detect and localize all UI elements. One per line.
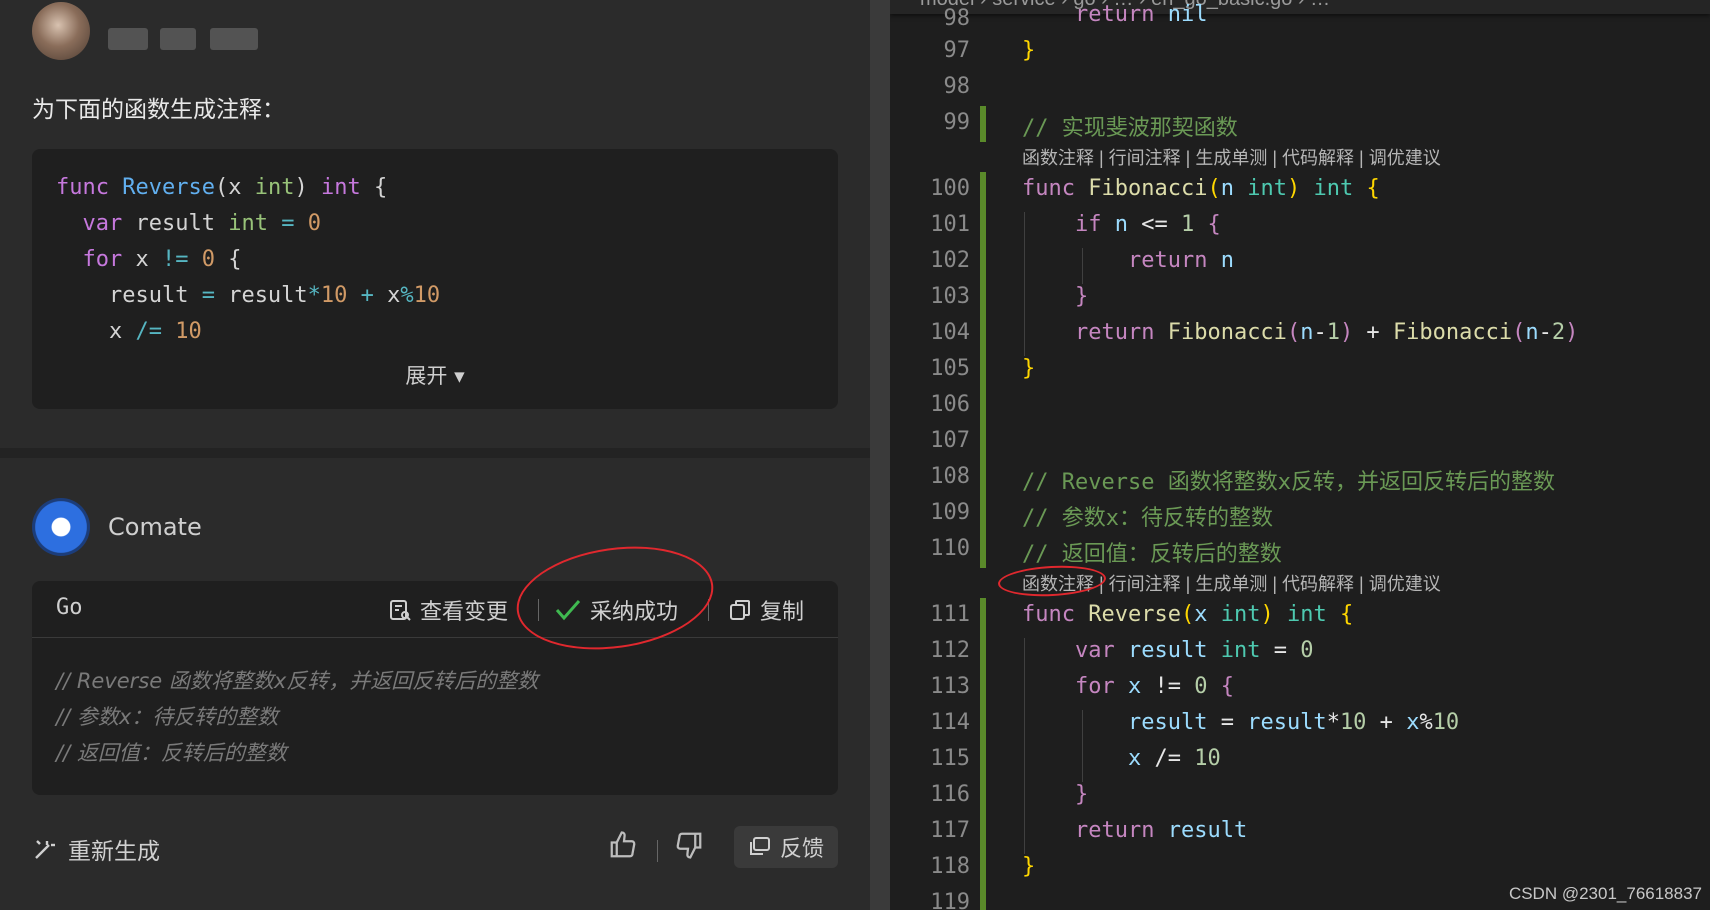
assistant-name: Comate xyxy=(108,513,202,541)
code-line: for x != 0 { xyxy=(82,247,242,272)
line-number: 104 xyxy=(930,320,970,345)
result-comment-line: // 参数x：待反转的整数 xyxy=(56,705,279,729)
expand-button[interactable]: 展开 ▾ xyxy=(32,360,838,390)
code-lens-actions[interactable]: 函数注释 | 行间注释 | 生成单测 | 代码解释 | 调优建议 xyxy=(1022,144,1441,170)
change-gutter xyxy=(980,598,986,910)
code-line: x /= 10 xyxy=(1127,746,1221,771)
code-line: if n <= 1 { xyxy=(1074,212,1221,237)
code-comment: // 返回值：反转后的整数 xyxy=(1022,542,1282,567)
watermark: CSDN @2301_76618837 xyxy=(1508,884,1702,903)
language-label: Go xyxy=(56,595,83,620)
line-number: 98 xyxy=(943,6,971,31)
thumbs-down-button[interactable] xyxy=(674,830,704,867)
line-number: 110 xyxy=(930,536,970,561)
code-editor: model › service › go › … › en_go_basic.g… xyxy=(890,0,1710,910)
result-header: Go 查看变更 采纳成功 复制 xyxy=(32,581,838,638)
code-line: result = result*10 + x%10 xyxy=(1127,710,1460,735)
view-changes-label: 查看变更 xyxy=(420,600,509,625)
user-name-blurred xyxy=(108,28,148,50)
line-number: 115 xyxy=(930,746,970,771)
regenerate-button[interactable]: 重新生成 xyxy=(32,832,160,866)
code-line: func Reverse(x int) int { xyxy=(1022,602,1354,627)
code-line: return nil xyxy=(1074,2,1208,27)
code-line: } xyxy=(1074,284,1089,309)
line-number: 103 xyxy=(930,284,970,309)
copy-icon xyxy=(730,600,750,620)
line-number: 118 xyxy=(930,854,970,879)
panel-splitter[interactable] xyxy=(870,0,890,910)
view-changes-icon xyxy=(390,600,411,621)
line-number: 97 xyxy=(943,38,971,63)
user-name-blurred xyxy=(160,28,196,50)
code-line: return Fibonacci(n-1) + Fibonacci(n-2) xyxy=(1074,320,1579,345)
result-comment-line: // 返回值：反转后的整数 xyxy=(56,741,287,765)
line-number: 113 xyxy=(930,674,970,699)
line-number: 107 xyxy=(930,428,970,453)
line-number: 112 xyxy=(930,638,970,663)
line-number: 114 xyxy=(930,710,970,735)
comate-logo-icon xyxy=(32,498,90,556)
message-separator xyxy=(0,448,870,458)
line-number: 119 xyxy=(930,890,970,910)
line-number: 116 xyxy=(930,782,970,807)
thumbs-down-icon xyxy=(676,832,702,859)
line-number: 100 xyxy=(930,176,970,201)
line-number: 99 xyxy=(943,110,971,135)
line-number: 109 xyxy=(930,500,970,525)
code-line: return result xyxy=(1074,818,1248,843)
regenerate-label: 重新生成 xyxy=(68,839,160,865)
view-changes-button[interactable]: 查看变更 xyxy=(388,594,508,626)
copy-button[interactable]: 复制 xyxy=(728,594,804,626)
feedback-label: 反馈 xyxy=(779,837,824,862)
code-line: func Reverse(x int) int { xyxy=(56,175,388,200)
code-line: } xyxy=(1022,854,1036,879)
feedback-icon xyxy=(749,837,770,855)
change-gutter xyxy=(980,172,986,568)
prompt-code-block: func Reverse(x int) int { var result int… xyxy=(32,149,838,409)
code-line: for x != 0 { xyxy=(1074,674,1234,699)
code-line: func Fibonacci(n int) int { xyxy=(1022,176,1380,201)
line-number: 105 xyxy=(930,356,970,381)
code-line: } xyxy=(1022,356,1036,381)
code-line: var result int = 0 xyxy=(82,211,321,236)
line-number: 117 xyxy=(930,818,970,843)
regenerate-wand-icon xyxy=(35,840,55,859)
code-line: x /= 10 xyxy=(56,319,202,344)
line-number: 102 xyxy=(930,248,970,273)
line-number: 106 xyxy=(930,392,970,417)
code-line: } xyxy=(1022,38,1036,63)
result-code-block: Go 查看变更 采纳成功 复制 // Reverse 函数将整数x反转，并返回反… xyxy=(32,581,838,795)
code-comment: // 实现斐波那契函数 xyxy=(1022,116,1238,141)
line-number: 101 xyxy=(930,212,970,237)
user-name-blurred xyxy=(210,28,258,50)
thumbs-up-icon xyxy=(610,831,636,858)
action-bar: 重新生成 反馈 xyxy=(32,826,838,870)
chat-panel: 为下面的函数生成注释： func Reverse(x int) int { va… xyxy=(0,0,870,910)
divider xyxy=(657,840,658,862)
result-comment-line: // Reverse 函数将整数x反转，并返回反转后的整数 xyxy=(56,669,539,693)
code-comment: // 参数x：待反转的整数 xyxy=(1022,506,1273,531)
user-prompt: 为下面的函数生成注释： xyxy=(32,97,285,123)
code-line: var result int = 0 xyxy=(1074,638,1314,663)
change-gutter xyxy=(980,106,986,142)
user-avatar xyxy=(32,2,90,60)
line-number: 111 xyxy=(930,602,970,627)
thumbs-up-button[interactable] xyxy=(608,830,638,867)
code-line: return n xyxy=(1127,248,1234,273)
code-line: } xyxy=(1074,782,1089,807)
copy-label: 复制 xyxy=(760,600,805,625)
line-number: 108 xyxy=(930,464,970,489)
code-line: result = result*10 + x%10 xyxy=(56,283,441,308)
line-number: 98 xyxy=(943,74,971,99)
feedback-button[interactable]: 反馈 xyxy=(733,826,838,868)
code-comment: // Reverse 函数将整数x反转，并返回反转后的整数 xyxy=(1022,470,1555,495)
